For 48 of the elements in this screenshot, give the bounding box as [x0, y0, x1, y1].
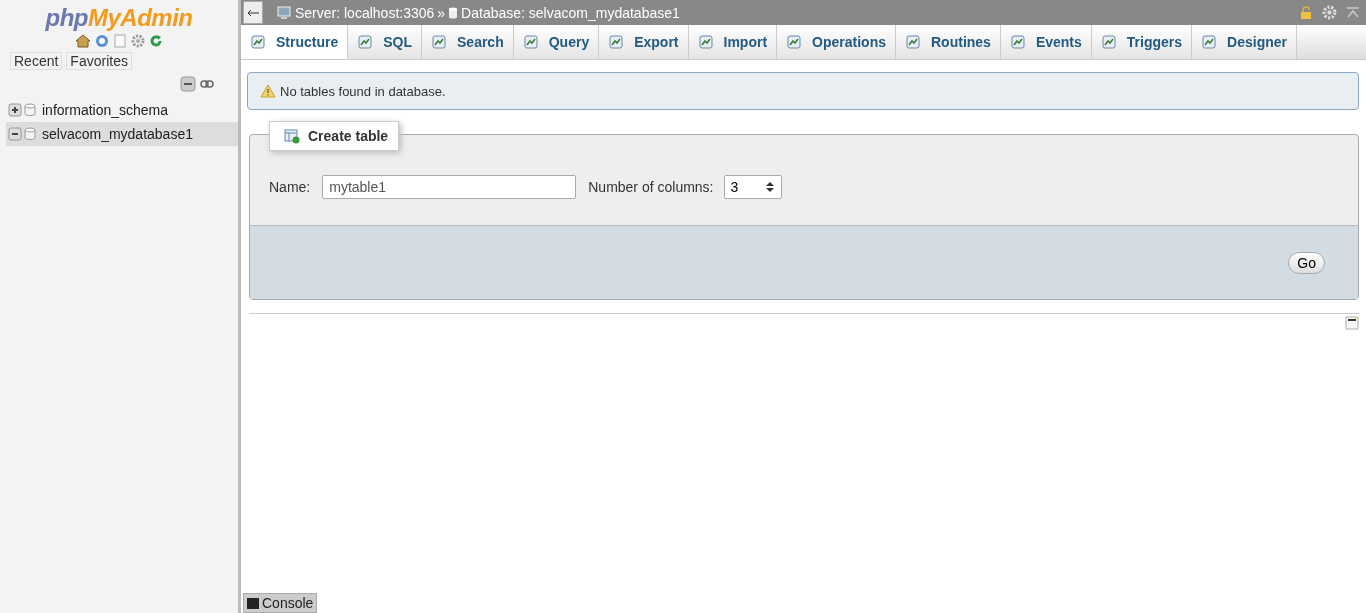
- tab[interactable]: Events: [1000, 25, 1092, 59]
- tab[interactable]: Triggers: [1091, 25, 1193, 59]
- name-label: Name:: [269, 179, 311, 195]
- database-tree-item[interactable]: selvacom_mydatabase1: [6, 122, 238, 146]
- warning-icon: [260, 84, 276, 98]
- expander-icon[interactable]: [8, 103, 22, 117]
- collapse-sidebar-button[interactable]: [243, 1, 263, 24]
- link-icon[interactable]: [200, 79, 214, 89]
- console-button[interactable]: Console: [243, 593, 318, 613]
- breadcrumb-separator: »: [437, 4, 446, 21]
- nav-tab[interactable]: Recent: [10, 52, 63, 70]
- reload-icon[interactable]: [149, 34, 163, 48]
- tab[interactable]: Structure: [241, 25, 349, 59]
- tab[interactable]: Operations: [777, 25, 896, 59]
- tab[interactable]: SQL: [348, 25, 422, 59]
- database-tree-item[interactable]: information_schema: [6, 98, 238, 122]
- tab[interactable]: Export: [599, 25, 689, 59]
- tab[interactable]: Routines: [896, 25, 1001, 59]
- tab[interactable]: Query: [513, 25, 600, 59]
- tab[interactable]: Designer: [1192, 25, 1297, 59]
- logo[interactable]: phpMyAdmin: [45, 4, 193, 32]
- expander-icon[interactable]: [8, 127, 22, 141]
- arrow-left-icon: [247, 8, 259, 17]
- database-icon: [448, 6, 459, 19]
- columns-field[interactable]: 3: [723, 175, 782, 199]
- server-icon: [276, 5, 292, 20]
- database-icon: [24, 127, 36, 141]
- database-link[interactable]: Database: selvacom_mydatabase1: [461, 4, 680, 21]
- table-name-field[interactable]: mytable1: [322, 175, 577, 199]
- database-icon: [24, 103, 36, 117]
- collapse-up-icon[interactable]: [1346, 6, 1360, 19]
- server-link[interactable]: Server: localhost:3306: [295, 4, 435, 21]
- warning-message: No tables found in database.: [247, 72, 1359, 110]
- padlock-icon[interactable]: [1299, 5, 1313, 20]
- tab[interactable]: Import: [688, 25, 778, 59]
- help-icon[interactable]: [95, 34, 109, 48]
- tab[interactable]: Search: [422, 25, 514, 59]
- go-button[interactable]: Go: [1288, 251, 1325, 274]
- collapse-all-icon[interactable]: [180, 76, 196, 92]
- note-icon[interactable]: [1345, 316, 1359, 330]
- nav-tab[interactable]: Favorites: [66, 52, 132, 70]
- table-add-icon: [284, 128, 300, 144]
- columns-label: Number of columns:: [588, 179, 714, 195]
- create-table-legend: Create table: [269, 121, 400, 151]
- home-icon[interactable]: [75, 34, 91, 48]
- settings-icon[interactable]: [131, 34, 145, 48]
- terminal-icon: [247, 597, 259, 609]
- spinner-arrows-icon[interactable]: [765, 182, 774, 192]
